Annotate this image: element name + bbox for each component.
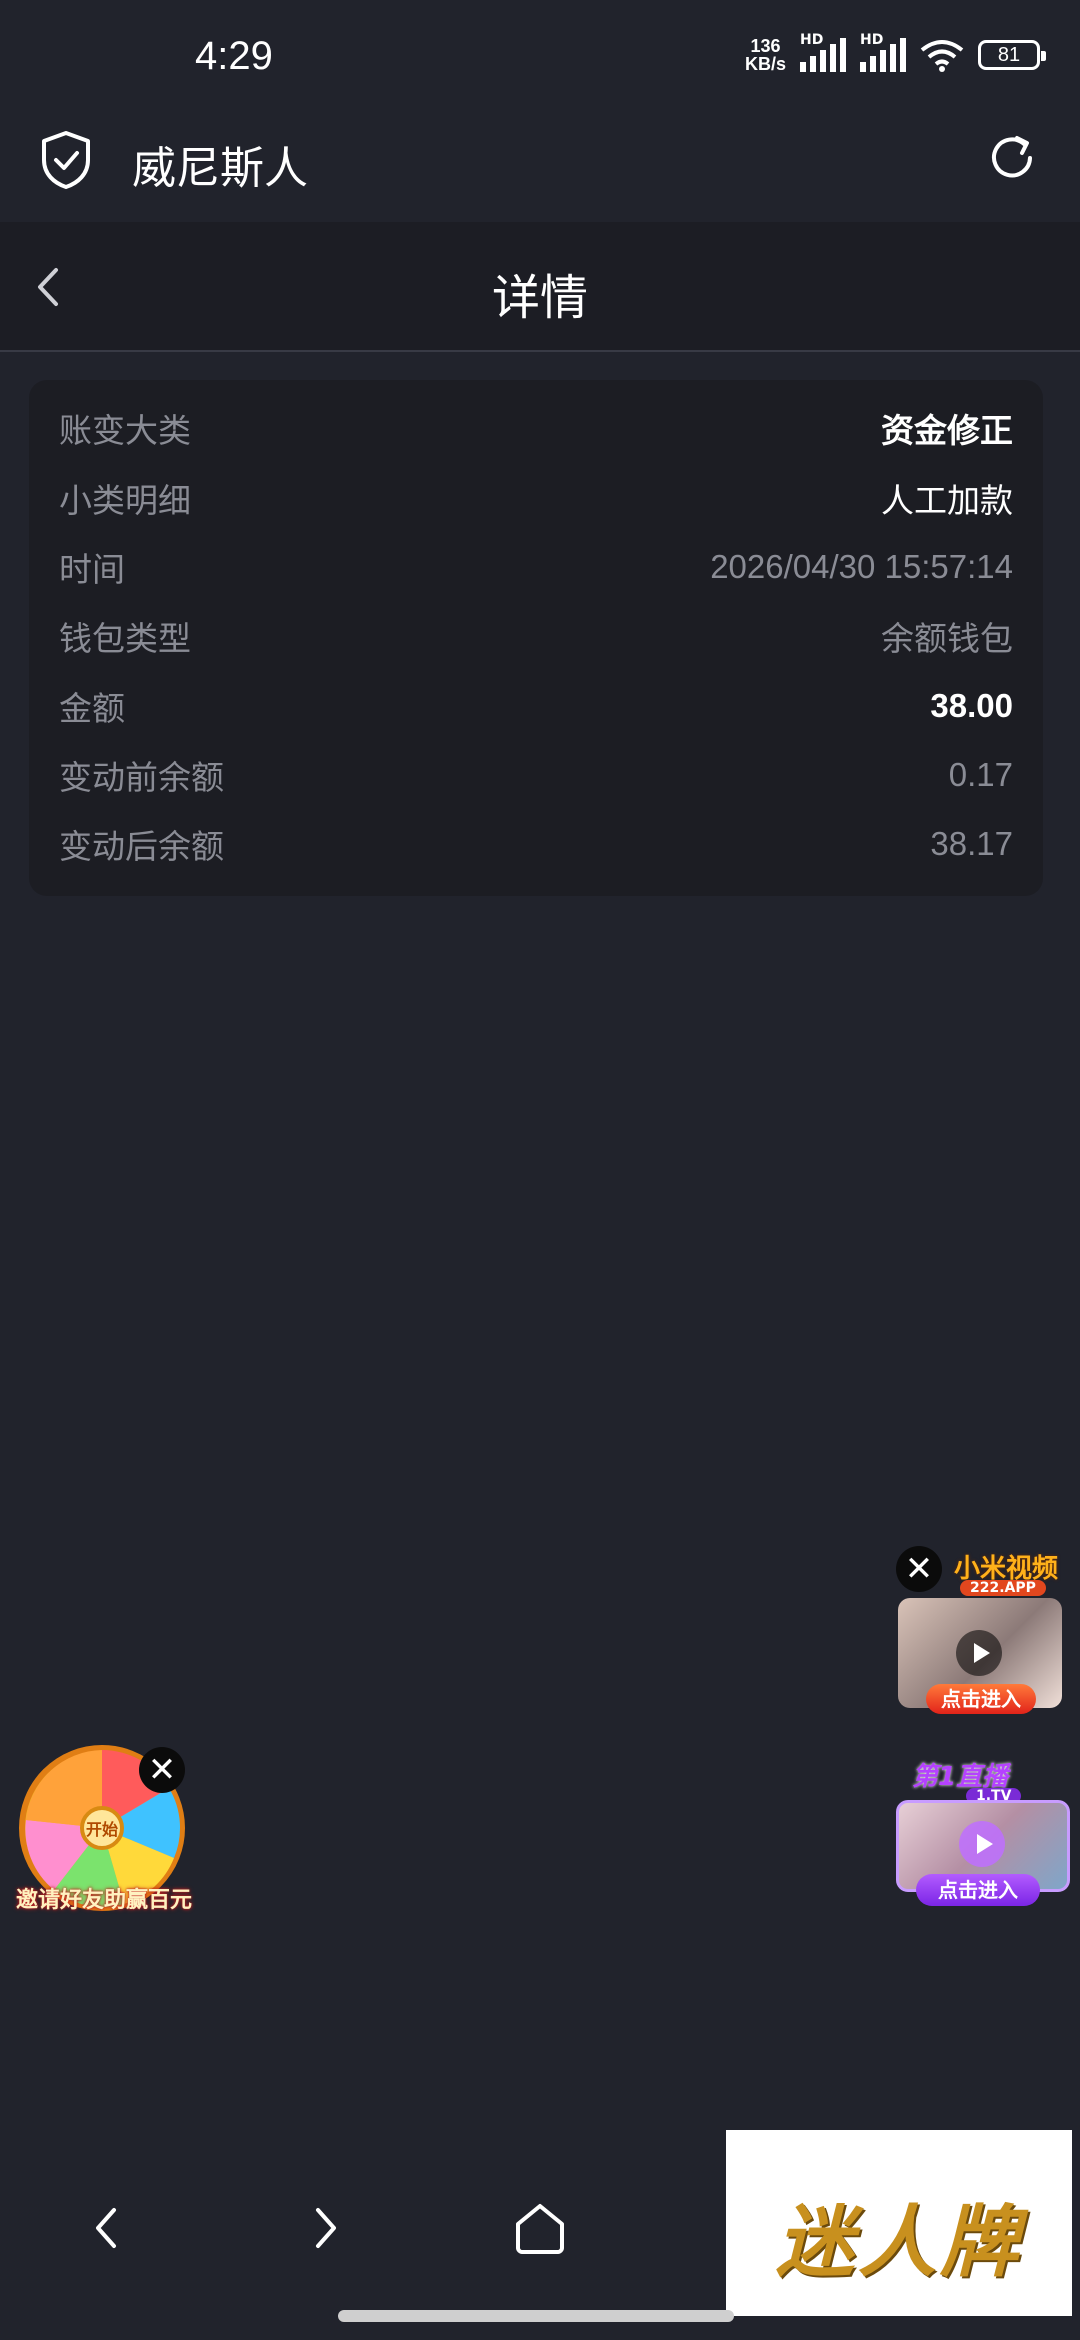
detail-label: 时间 xyxy=(59,550,125,589)
battery-indicator: 81 xyxy=(978,40,1046,70)
detail-label: 变动后余额 xyxy=(59,827,224,866)
detail-value: 0.17 xyxy=(948,756,1013,793)
status-time: 4:29 xyxy=(195,34,273,78)
xiaomi-video-site: 222.APP xyxy=(960,1580,1046,1596)
wheel-start-label: 开始 xyxy=(86,1820,118,1839)
detail-header: 详情 xyxy=(0,222,1080,352)
detail-row: 小类明细 人工加款 xyxy=(59,468,1013,528)
network-speed: 136 KB/s xyxy=(745,37,786,73)
detail-label: 账变大类 xyxy=(59,411,191,450)
transaction-detail-card: 账变大类 资金修正 小类明细 人工加款 时间 2026/04/30 15:57:… xyxy=(29,380,1043,896)
signal-hd-label-2: HD xyxy=(860,32,884,48)
detail-row: 变动后余额 38.17 xyxy=(59,814,1013,874)
refresh-icon[interactable] xyxy=(984,130,1040,186)
brand-logo-ad[interactable]: 迷人牌 xyxy=(726,2130,1072,2316)
play-icon xyxy=(956,1630,1002,1676)
detail-row: 变动前余额 0.17 xyxy=(59,745,1013,805)
home-indicator[interactable] xyxy=(338,2310,734,2322)
close-video-ad-button[interactable]: ✕ xyxy=(896,1546,942,1592)
network-speed-unit: KB/s xyxy=(744,54,786,74)
detail-label: 小类明细 xyxy=(59,481,191,520)
xiaomi-enter-button[interactable]: 点击进入 xyxy=(926,1684,1036,1714)
status-bar: 4:29 136 KB/s HD HD 81 xyxy=(0,0,1080,110)
detail-label: 钱包类型 xyxy=(59,619,191,658)
network-speed-value: 136 xyxy=(750,36,781,56)
shield-check-icon xyxy=(42,131,90,189)
detail-value: 余额钱包 xyxy=(881,619,1013,658)
back-arrow-icon[interactable] xyxy=(80,2200,136,2256)
app-title: 威尼斯人 xyxy=(132,143,308,194)
detail-value: 38.17 xyxy=(930,825,1013,862)
detail-value: 38.00 xyxy=(930,687,1013,724)
signal-hd-label: HD xyxy=(800,32,824,48)
battery-level: 81 xyxy=(997,43,1021,66)
wifi-icon xyxy=(920,40,964,72)
brand-logo-text: 迷人牌 xyxy=(775,2198,1022,2288)
live-enter-button[interactable]: 点击进入 xyxy=(916,1874,1040,1906)
detail-row: 钱包类型 余额钱包 xyxy=(59,606,1013,666)
detail-label: 金额 xyxy=(59,689,125,728)
detail-label: 变动前余额 xyxy=(59,758,224,797)
detail-row: 时间 2026/04/30 15:57:14 xyxy=(59,537,1013,597)
app-bar: 威尼斯人 xyxy=(0,110,1080,222)
close-wheel-ad-button[interactable]: ✕ xyxy=(139,1747,185,1793)
page-title: 详情 xyxy=(491,270,588,326)
detail-value: 人工加款 xyxy=(881,481,1013,520)
play-icon xyxy=(959,1821,1005,1867)
forward-arrow-icon[interactable] xyxy=(296,2200,352,2256)
detail-value: 2026/04/30 15:57:14 xyxy=(710,548,1013,585)
status-indicators: 136 KB/s HD HD 81 xyxy=(745,30,1046,80)
detail-value: 资金修正 xyxy=(881,411,1013,450)
signal-icon: HD xyxy=(800,32,846,72)
detail-row: 金额 38.00 xyxy=(59,676,1013,736)
wheel-ad-caption: 邀请好友助赢百元 xyxy=(16,1888,193,1913)
detail-row: 账变大类 资金修正 xyxy=(59,398,1013,458)
home-icon[interactable] xyxy=(512,2200,568,2256)
signal-icon-2: HD xyxy=(860,32,906,72)
